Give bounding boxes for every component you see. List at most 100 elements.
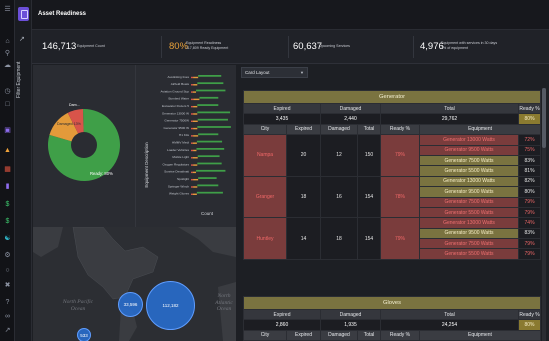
chart-icon[interactable]: ▲: [3, 146, 12, 155]
bar-segment[interactable]: [191, 105, 194, 108]
bar-segment[interactable]: [193, 76, 199, 79]
bar-segment[interactable]: [196, 148, 225, 150]
bar-segment[interactable]: [197, 82, 224, 85]
menu-icon[interactable]: ☰: [3, 5, 12, 14]
plug-icon[interactable]: ○: [3, 266, 12, 275]
bar-segment[interactable]: [191, 98, 194, 101]
column-header[interactable]: Damaged: [320, 329, 358, 341]
dollar-icon[interactable]: $: [3, 200, 12, 209]
column-header[interactable]: Total: [357, 329, 381, 341]
bar-segment[interactable]: [192, 157, 198, 159]
help-icon[interactable]: ?: [3, 298, 12, 307]
bar-segment[interactable]: [193, 178, 199, 181]
map-bubble[interactable]: 112,182: [146, 281, 195, 330]
clock-icon[interactable]: ◷: [3, 87, 12, 96]
map-bubble[interactable]: 533: [77, 328, 91, 341]
bar-segment[interactable]: [191, 135, 194, 137]
bar-segment[interactable]: [191, 127, 194, 130]
cloud-icon[interactable]: ☁: [3, 61, 12, 70]
bar-segment[interactable]: [191, 164, 194, 166]
bar-segment[interactable]: [191, 91, 193, 93]
equipment-cell[interactable]: Generator 9500 Watts: [419, 144, 519, 156]
card-layout-select[interactable]: Card Layout ▼: [241, 67, 308, 78]
bar-segment[interactable]: [197, 184, 219, 187]
bar-segment[interactable]: [191, 142, 193, 144]
bar-segment[interactable]: [192, 91, 197, 93]
bar-segment[interactable]: [197, 111, 231, 114]
column-header[interactable]: Ready %: [380, 123, 420, 136]
column-header[interactable]: City: [243, 123, 287, 136]
bar-segment[interactable]: [191, 171, 193, 174]
bar-segment[interactable]: [191, 193, 193, 195]
map-panel[interactable]: North Pacific Ocean North Atlantic Ocean…: [33, 227, 236, 341]
bar-segment[interactable]: [196, 89, 226, 92]
bar-segment[interactable]: [193, 149, 197, 152]
equipment-cell[interactable]: Generator 7500 Watts: [419, 196, 519, 208]
city-cell[interactable]: Nampa: [243, 134, 287, 177]
bar-segment[interactable]: [193, 98, 200, 101]
equipment-cell[interactable]: Generator 5500 Watts: [419, 206, 519, 219]
column-header[interactable]: Equipment: [418, 123, 542, 136]
bar-segment[interactable]: [193, 164, 198, 166]
people-icon[interactable]: ☯: [3, 234, 12, 243]
equipment-cell[interactable]: Generator 5500 Watts: [419, 165, 519, 177]
dollar-alt-icon[interactable]: $: [3, 217, 12, 226]
bar-segment[interactable]: [193, 105, 198, 108]
bar-segment[interactable]: [191, 84, 194, 86]
equipment-cell[interactable]: Generator 13000 Watts: [419, 175, 519, 188]
bar-segment[interactable]: [199, 96, 219, 99]
tables-scrollbar[interactable]: [542, 88, 546, 341]
city-cell[interactable]: Huntley: [243, 217, 287, 260]
equipment-cell[interactable]: Generator 13000 Watts: [419, 217, 519, 229]
bar-segment[interactable]: [192, 193, 197, 195]
equipment-cell[interactable]: Generator 9500 Watts: [419, 227, 519, 240]
filter-equipment-label[interactable]: Filter Equipment: [16, 28, 22, 98]
bar-segment[interactable]: [191, 120, 193, 122]
equipment-cell[interactable]: Generator 5500 Watts: [419, 248, 519, 260]
link-icon[interactable]: ∞: [3, 312, 12, 321]
column-header[interactable]: Expired: [286, 123, 321, 136]
bar-segment[interactable]: [192, 171, 197, 174]
column-header[interactable]: Damaged: [320, 123, 358, 136]
scrollbar-thumb[interactable]: [542, 88, 546, 148]
folder-icon[interactable]: □: [3, 100, 12, 109]
bar-segment[interactable]: [192, 142, 197, 144]
bar-segment[interactable]: [191, 149, 194, 152]
bar-segment[interactable]: [198, 75, 222, 77]
expand-icon[interactable]: ↗: [3, 326, 12, 335]
bar-segment[interactable]: [193, 135, 199, 137]
column-header[interactable]: Expired: [286, 329, 321, 341]
bar-segment[interactable]: [197, 104, 219, 106]
column-header[interactable]: Ready %: [380, 329, 420, 341]
shuffle-icon[interactable]: ✖: [3, 281, 12, 290]
bar-segment[interactable]: [197, 162, 222, 165]
bar-segment[interactable]: [191, 76, 194, 79]
bar-segment[interactable]: [196, 191, 223, 194]
equipment-cell[interactable]: Generator 9500 Watts: [419, 186, 519, 198]
equipment-cell[interactable]: Generator 13000 Watts: [419, 134, 519, 146]
bar-segment[interactable]: [197, 126, 231, 128]
bar-segment[interactable]: [192, 120, 198, 122]
bar-segment[interactable]: [197, 118, 228, 121]
home-icon[interactable]: ⌂: [3, 37, 12, 46]
gear-icon[interactable]: ⚙: [3, 251, 12, 260]
column-header[interactable]: City: [243, 329, 287, 341]
layers-icon[interactable]: ▣: [3, 126, 12, 135]
bar-chart-icon[interactable]: ▮: [3, 182, 12, 191]
bar-segment[interactable]: [191, 178, 194, 181]
bar-segment[interactable]: [198, 133, 219, 136]
bar-segment[interactable]: [198, 177, 217, 179]
bar-segment[interactable]: [191, 113, 194, 115]
bar-segment[interactable]: [193, 186, 198, 188]
equipment-cell[interactable]: Generator 7500 Watts: [419, 238, 519, 250]
column-header[interactable]: Total: [357, 123, 381, 136]
map-bubble[interactable]: 33,596: [118, 292, 143, 317]
city-cell[interactable]: Granger: [243, 175, 287, 219]
bar-segment[interactable]: [196, 169, 226, 172]
bar-segment[interactable]: [191, 157, 193, 159]
column-header[interactable]: Equipment: [418, 329, 542, 341]
readiness-donut-chart[interactable]: Ready: 80% Damaged 13% Dam...: [33, 65, 135, 227]
grid-icon[interactable]: ▦: [3, 165, 12, 174]
bar-segment[interactable]: [193, 127, 198, 130]
bar-segment[interactable]: [197, 155, 220, 158]
